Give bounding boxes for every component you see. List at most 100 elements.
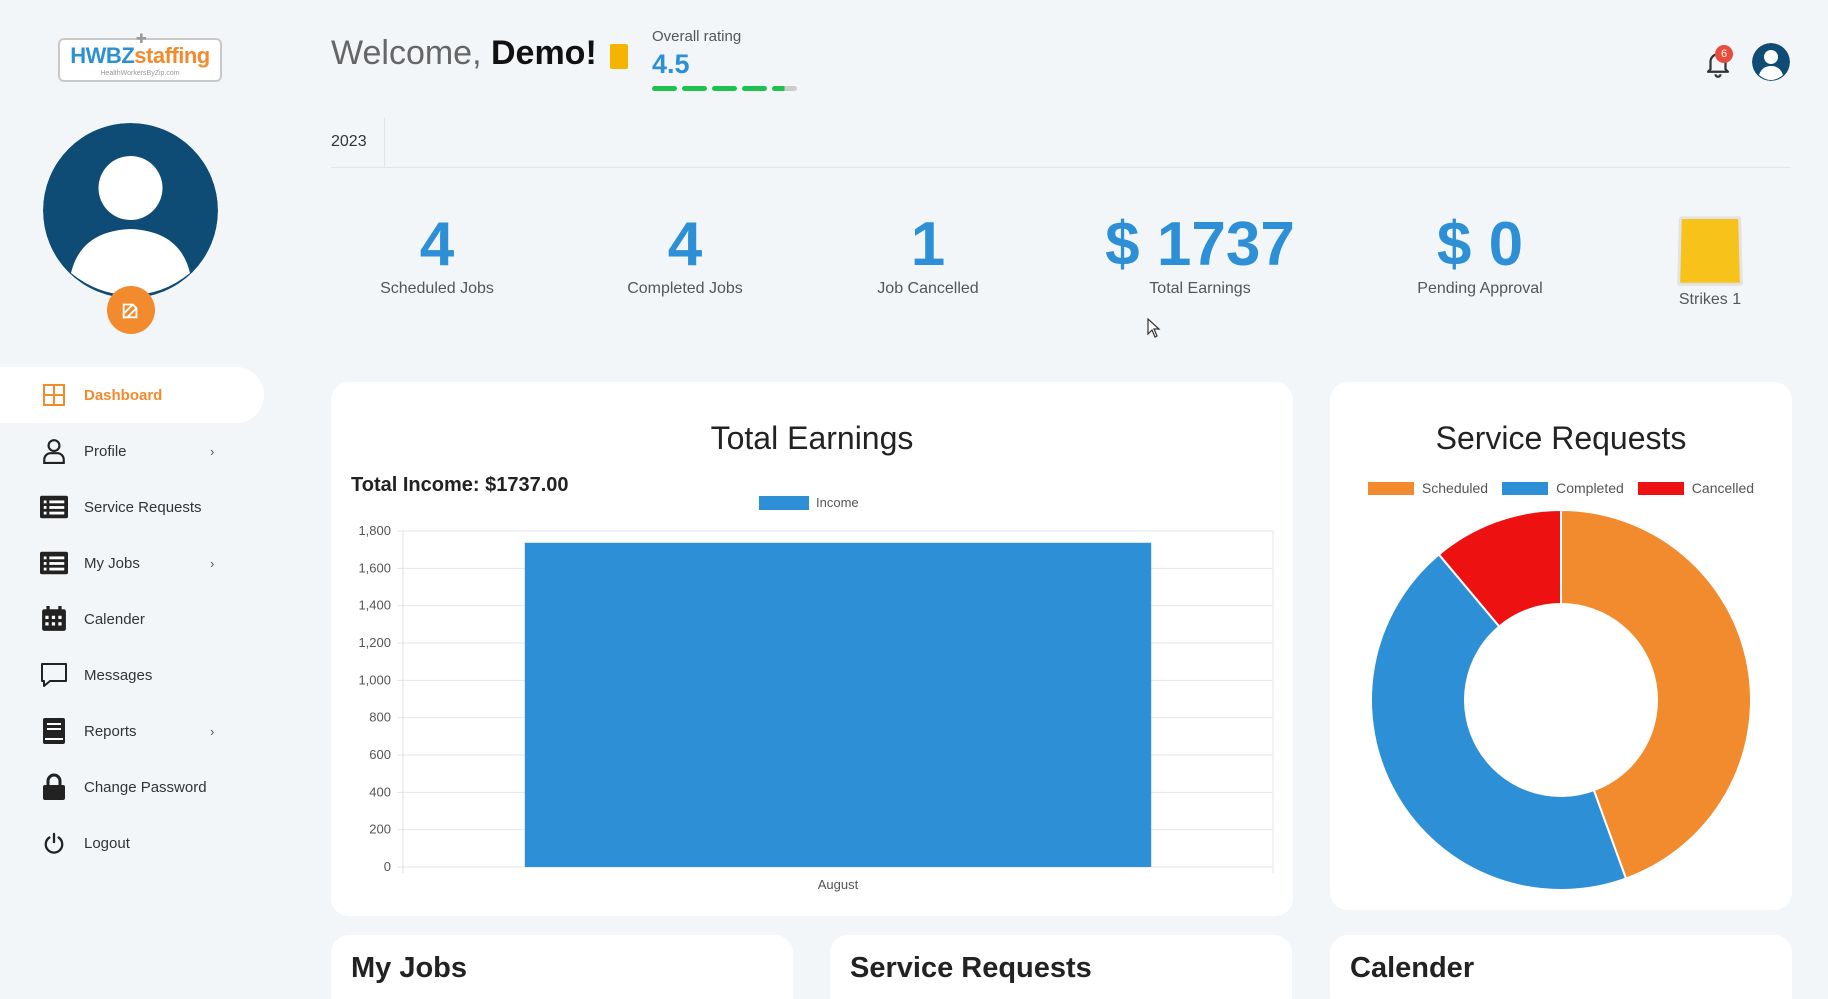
notification-count-badge: 6 — [1715, 45, 1733, 63]
bar — [524, 542, 1152, 867]
sidebar-item-logout[interactable]: Logout — [0, 815, 264, 871]
stat-label: Strikes 1 — [1678, 291, 1742, 308]
header-divider — [331, 167, 1791, 168]
y-tick-label: 400 — [369, 784, 391, 799]
y-tick-label: 1,200 — [358, 635, 391, 650]
sidebar-item-dashboard[interactable]: Dashboard — [0, 367, 264, 423]
rating-segment — [772, 86, 797, 91]
chevron-right-icon: › — [210, 443, 215, 459]
legend-label: Income — [816, 495, 859, 510]
sidebar-item-messages[interactable]: Messages — [0, 647, 264, 703]
profile-avatar — [43, 123, 218, 298]
welcome-name: Demo! — [490, 34, 597, 72]
sidebar-item-reports[interactable]: Reports › — [0, 703, 264, 759]
rating-bar — [652, 86, 797, 91]
rating-segment — [712, 86, 737, 91]
list-icon — [40, 549, 68, 577]
sidebar-item-calender[interactable]: Calender — [0, 591, 264, 647]
rating-label: Overall rating — [652, 28, 742, 45]
stat-label: Scheduled Jobs — [380, 280, 494, 297]
dashboard-icon — [40, 381, 68, 409]
stat-pending-approval: $ 0 Pending Approval — [1400, 210, 1560, 298]
lock-icon — [40, 773, 68, 801]
sidebar: ✚ HWBZstaffing HealthWorkersByZip.com Da… — [0, 0, 300, 999]
stat-label: Completed Jobs — [627, 280, 743, 297]
rating-value: 4.5 — [652, 49, 690, 79]
stat-scheduled-jobs: 4 Scheduled Jobs — [372, 210, 502, 298]
logo-plus-icon: ✚ — [136, 31, 147, 46]
y-tick-label: 800 — [369, 710, 391, 725]
sidebar-item-label: Calender — [84, 610, 145, 628]
strike-card-icon — [1676, 216, 1744, 286]
sidebar-item-change-password[interactable]: Change Password — [0, 759, 264, 815]
stat-label: Pending Approval — [1417, 280, 1543, 297]
sidebar-item-label: Reports — [84, 722, 137, 740]
y-tick-label: 600 — [369, 747, 391, 762]
welcome-heading: Welcome, Demo! — [331, 34, 597, 73]
logo-text-a: HWBZ — [70, 43, 135, 68]
service-requests-card: Service Requests Scheduled Completed Cance… — [1330, 382, 1792, 910]
year-tab[interactable]: 2023 — [331, 118, 385, 168]
sidebar-item-label: Change Password — [84, 778, 207, 796]
my-jobs-card: My Jobs — [331, 935, 793, 999]
card-title: My Jobs — [351, 952, 468, 984]
y-tick-label: 1,000 — [358, 672, 391, 687]
service-requests-doughnut-chart — [1370, 508, 1752, 891]
mouse-cursor-icon — [1147, 317, 1161, 343]
x-tick-label: August — [818, 877, 859, 892]
chevron-right-icon: › — [210, 555, 215, 571]
sidebar-item-label: Logout — [84, 834, 130, 852]
y-tick-label: 0 — [384, 859, 391, 874]
rating-segment — [742, 86, 767, 91]
list-icon — [40, 493, 68, 521]
sidebar-item-my-jobs[interactable]: My Jobs › — [0, 535, 264, 591]
status-flag-icon — [610, 44, 628, 69]
y-tick-label: 1,800 — [358, 523, 391, 538]
y-tick-label: 200 — [369, 822, 391, 837]
person-icon — [40, 437, 68, 465]
chevron-right-icon: › — [210, 723, 215, 739]
total-earnings-card: Total Earnings Total Income: $1737.00 02… — [331, 382, 1293, 916]
sidebar-item-label: Messages — [84, 666, 153, 684]
service-requests-summary-card: Service Requests — [830, 935, 1292, 999]
user-silhouette-icon — [43, 123, 218, 298]
stat-value: $ 0 — [1436, 210, 1524, 279]
stat-completed-jobs: 4 Completed Jobs — [620, 210, 750, 298]
legend-swatch — [759, 496, 809, 510]
card-title: Calender — [1350, 952, 1475, 984]
sidebar-nav: Dashboard Profile › Service Requests My … — [0, 367, 264, 871]
edit-profile-button[interactable] — [107, 286, 155, 334]
message-icon — [40, 661, 68, 689]
sidebar-item-label: Dashboard — [84, 386, 163, 404]
card-title: Service Requests — [850, 952, 1092, 984]
stat-value: 4 — [667, 210, 703, 279]
y-tick-label: 1,600 — [358, 560, 391, 575]
stat-value: 1 — [910, 210, 946, 279]
stat-total-earnings: $ 1737 Total Earnings — [1100, 210, 1300, 298]
welcome-prefix: Welcome, — [331, 34, 482, 72]
user-menu-avatar[interactable] — [1752, 43, 1790, 81]
sidebar-item-profile[interactable]: Profile › — [0, 423, 264, 479]
calendar-icon — [40, 605, 68, 633]
calender-card: Calender — [1330, 935, 1792, 999]
power-icon — [40, 829, 68, 857]
earnings-bar-chart: 0 200 400 600 800 1,000 1,200 1,400 1,600 1,800 Au… — [358, 495, 1274, 892]
stat-value: $ 1737 — [1105, 210, 1295, 279]
y-tick-label: 1,400 — [358, 598, 391, 613]
sidebar-item-service-requests[interactable]: Service Requests — [0, 479, 264, 535]
stat-value: 4 — [419, 210, 455, 279]
app-logo[interactable]: ✚ HWBZstaffing HealthWorkersByZip.com — [58, 31, 222, 82]
sidebar-item-label: My Jobs — [84, 554, 140, 572]
stat-label: Job Cancelled — [877, 280, 979, 297]
logo-subtext: HealthWorkersByZip.com — [100, 70, 180, 77]
sidebar-item-label: Service Requests — [84, 498, 202, 516]
user-icon — [1752, 43, 1790, 81]
rating-segment — [682, 86, 707, 91]
stat-job-cancelled: 1 Job Cancelled — [863, 210, 993, 298]
sidebar-item-label: Profile — [84, 442, 127, 460]
edit-icon — [122, 303, 138, 319]
stat-label: Total Earnings — [1149, 280, 1251, 297]
stat-strikes: Strikes 1 — [1665, 215, 1755, 309]
report-book-icon — [40, 717, 68, 745]
rating-segment — [652, 86, 677, 91]
